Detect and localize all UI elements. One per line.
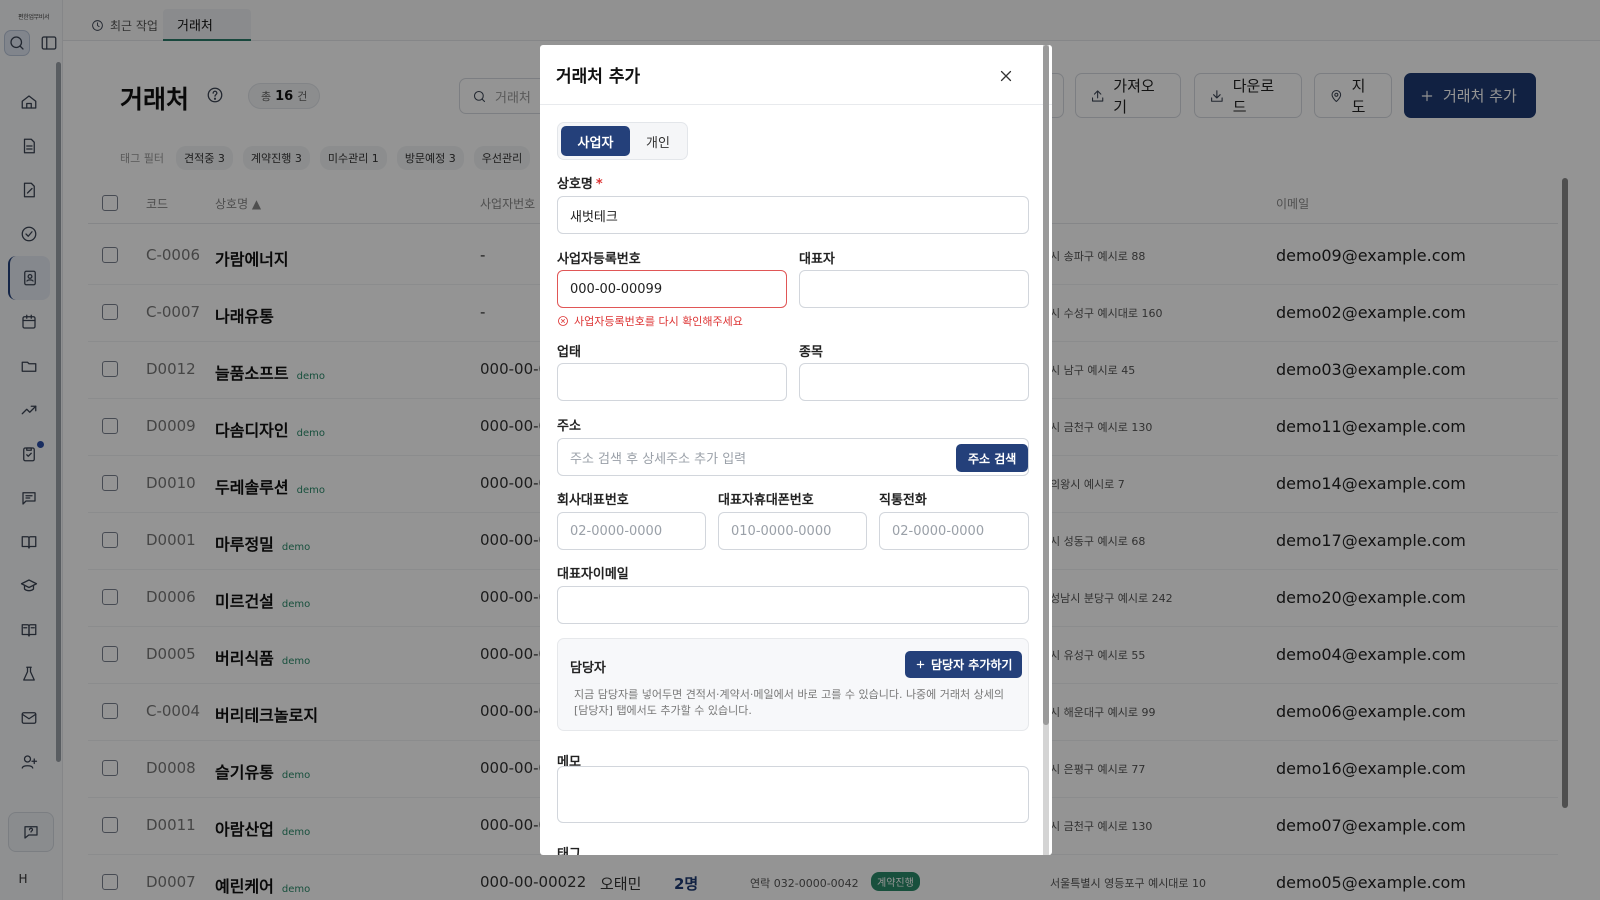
item-label: 종목 [799,345,823,360]
contact-person-section: 담당자 담당자 추가하기 지금 담당자를 넣어두면 견적서·계약서·메일에서 바… [557,638,1029,731]
company-phone-input[interactable]: 02-0000-0000 [557,512,706,550]
ceo-label: 대표자 [799,252,835,267]
contact-section-title: 담당자 [570,661,606,676]
biztype-input[interactable] [557,363,787,401]
type-business-button[interactable]: 사업자 [561,126,630,156]
ceo-email-input[interactable] [557,586,1029,624]
close-button[interactable] [995,65,1017,87]
modal-header: 거래처 추가 [540,45,1052,105]
ceo-mobile-input[interactable]: 010-0000-0000 [718,512,867,550]
tag-label: 태그 [557,847,581,855]
type-individual-button[interactable]: 개인 [634,126,682,156]
ceo-email-label: 대표자이메일 [557,567,629,582]
company-name-label: 상호명 * [557,173,603,192]
ceo-mobile-label: 대표자휴대폰번호 [718,493,814,508]
ceo-input[interactable] [799,270,1029,308]
modal-scrollbar-thumb[interactable] [1043,45,1049,725]
add-contact-label: 담당자 추가하기 [931,658,1013,672]
direct-phone-label: 직통전화 [879,493,927,508]
direct-phone-input[interactable]: 02-0000-0000 [879,512,1029,550]
company-phone-label: 회사대표번호 [557,493,629,508]
error-circle-icon [558,316,568,326]
close-icon [1000,70,1012,82]
biztype-label: 업태 [557,345,581,360]
address-label: 주소 [557,419,581,434]
bizno-error-text: 사업자등록번호를 다시 확인해주세요 [574,315,743,328]
modal-scrollbar[interactable] [1043,45,1049,855]
bizno-label: 사업자등록번호 [557,252,641,267]
bizno-error-message: 사업자등록번호를 다시 확인해주세요 [557,313,743,329]
address-search-button[interactable]: 주소 검색 [956,444,1029,472]
bizno-input[interactable]: 000-00-00099 [557,270,787,308]
company-name-label-text: 상호명 [557,177,593,192]
client-type-toggle: 사업자 개인 [557,122,688,160]
app-root: 편한업무비서 H 최근 작업 거래처 거래처 총 16 건 거래처 가져오기 다… [0,0,1600,900]
required-mark: * [595,177,603,192]
modal-title: 거래처 추가 [556,67,641,87]
memo-textarea[interactable] [557,766,1029,823]
add-contact-button[interactable]: 담당자 추가하기 [905,651,1023,678]
add-client-modal: 거래처 추가 사업자 개인 상호명 * 새벗테크 사업자등록번호 000-00-0… [540,45,1052,855]
item-input[interactable] [799,363,1029,401]
company-name-input[interactable]: 새벗테크 [557,196,1029,234]
contact-hint-text: 지금 담당자를 넣어두면 견적서·계약서·메일에서 바로 고를 수 있습니다. … [574,688,1005,717]
plus-icon [916,660,925,669]
